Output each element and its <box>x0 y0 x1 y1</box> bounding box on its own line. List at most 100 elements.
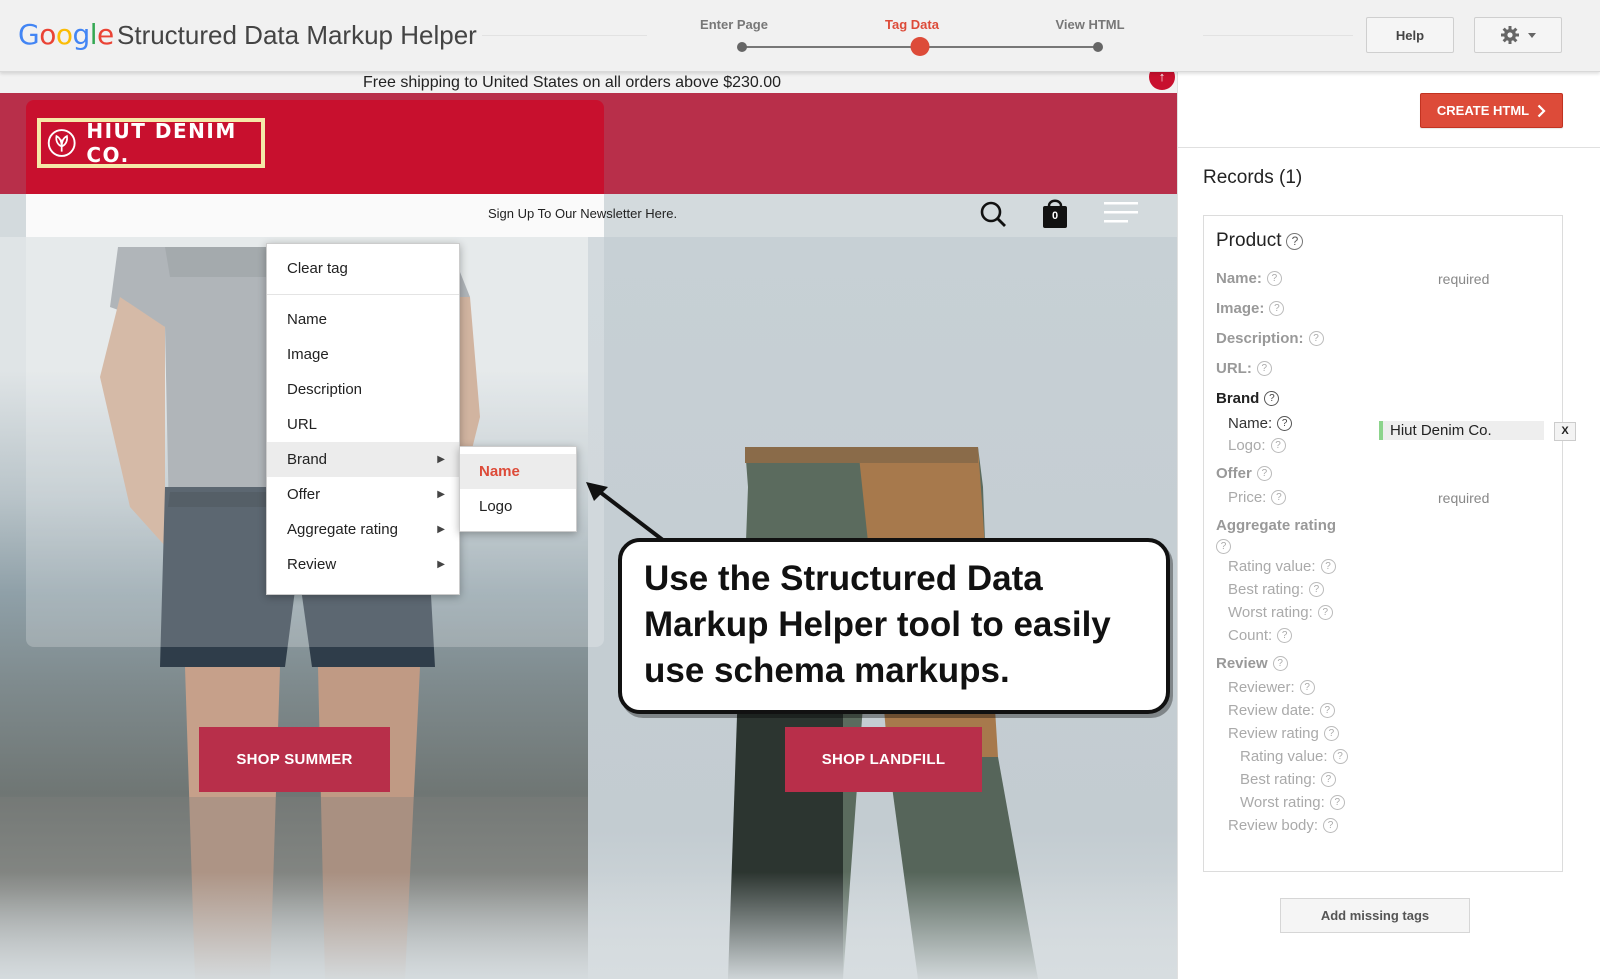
menu-item-label: URL <box>287 416 318 433</box>
help-circle-icon[interactable]: ? <box>1319 703 1335 718</box>
menu-item-label: Aggregate rating <box>287 521 398 538</box>
record-field-label: Worst rating: <box>1240 794 1325 811</box>
record-field-label: Review rating <box>1228 725 1319 742</box>
menu-item[interactable]: Name <box>267 302 459 337</box>
add-missing-tags-button[interactable]: Add missing tags <box>1280 898 1470 933</box>
record-field-label: Offer <box>1216 465 1252 482</box>
callout-text: Use the Structured Data Markup Helper to… <box>644 559 1111 690</box>
shop-summer-button[interactable]: SHOP SUMMER <box>199 727 390 792</box>
menu-item[interactable]: Offer ▶ <box>267 477 459 512</box>
leaf-emblem-icon <box>47 129 76 157</box>
records-title: Records (1) <box>1203 167 1303 188</box>
record-field: Review? <box>1216 655 1288 672</box>
help-circle-icon[interactable]: ? <box>1317 605 1333 620</box>
shipping-text: Free shipping to United States on all or… <box>363 74 782 91</box>
create-html-button[interactable]: CREATE HTML <box>1420 93 1563 128</box>
menu-item-label: Description <box>287 381 363 398</box>
menu-item-label: Clear tag <box>287 260 348 277</box>
record-field: Worst rating:? <box>1240 794 1345 811</box>
record-field-label: Rating value: <box>1240 748 1328 765</box>
menu-item-clear-tag[interactable]: Clear tag <box>267 251 459 286</box>
record-field: Price:? <box>1228 489 1287 506</box>
record-field: Name:? <box>1228 415 1293 432</box>
submenu-arrow-icon: ▶ <box>437 559 445 570</box>
remove-tag-button[interactable]: X <box>1554 422 1576 441</box>
help-circle-icon[interactable]: ? <box>1323 818 1339 833</box>
record-field-label: Brand <box>1216 390 1260 407</box>
logo-letter: o <box>55 18 73 51</box>
hamburger-menu-icon[interactable] <box>1104 202 1140 224</box>
header-rule <box>482 35 647 36</box>
step-dot[interactable] <box>737 42 747 52</box>
record-field-label: Rating value: <box>1228 558 1316 575</box>
help-circle-icon[interactable]: ? <box>1271 490 1287 505</box>
brand-name: HIUT DENIM CO. <box>86 119 237 167</box>
help-circle-icon[interactable]: ? <box>1277 416 1293 431</box>
record-field: Aggregate rating? <box>1216 517 1336 554</box>
menu-item[interactable]: Brand ▶ <box>267 442 459 477</box>
settings-button[interactable] <box>1474 17 1562 53</box>
step-label: Enter Page <box>700 17 768 32</box>
help-circle-icon[interactable]: ? <box>1272 656 1288 671</box>
brand-logo[interactable]: HIUT DENIM CO. <box>37 118 265 168</box>
shop-landfill-button[interactable]: SHOP LANDFILL <box>785 727 982 792</box>
record-type: Product <box>1216 230 1282 251</box>
menu-item-label: Image <box>287 346 329 363</box>
help-circle-icon[interactable]: ? <box>1308 331 1324 346</box>
search-icon[interactable] <box>979 200 1007 228</box>
help-circle-icon[interactable]: ? <box>1256 361 1272 376</box>
menu-item[interactable]: URL <box>267 407 459 442</box>
step-label: Tag Data <box>885 17 939 32</box>
menu-item[interactable]: Image <box>267 337 459 372</box>
submenu-arrow-icon: ▶ <box>437 489 445 500</box>
brand-name-value[interactable]: Hiut Denim Co. <box>1379 421 1544 440</box>
menu-item[interactable]: Aggregate rating ▶ <box>267 512 459 547</box>
record-field: Brand? <box>1216 390 1280 407</box>
help-circle-icon[interactable]: ? <box>1264 391 1280 406</box>
help-circle-icon[interactable]: ? <box>1323 726 1339 741</box>
record-type-heading: Product ? <box>1216 230 1304 252</box>
newsletter-link[interactable]: Sign Up To Our Newsletter Here. <box>488 206 677 221</box>
help-circle-icon[interactable]: ? <box>1286 232 1304 250</box>
step-dot[interactable] <box>1093 42 1103 52</box>
submenu-item[interactable]: Logo <box>460 489 576 524</box>
help-circle-icon[interactable]: ? <box>1216 539 1231 554</box>
help-circle-icon[interactable]: ? <box>1320 772 1336 787</box>
record-field-label: Description: <box>1216 330 1304 347</box>
submenu-arrow-icon: ▶ <box>437 524 445 535</box>
help-circle-icon[interactable]: ? <box>1256 466 1272 481</box>
record-field: Rating value:? <box>1240 748 1348 765</box>
help-circle-icon[interactable]: ? <box>1270 438 1286 453</box>
logo-letter: e <box>97 18 114 51</box>
chevron-right-icon <box>1537 104 1546 117</box>
step-dot[interactable] <box>910 37 930 56</box>
logo-letter: o <box>39 18 56 51</box>
help-circle-icon[interactable]: ? <box>1320 559 1336 574</box>
help-button[interactable]: Help <box>1366 17 1454 53</box>
record-field: Review rating? <box>1228 725 1339 742</box>
record-field: Description:? <box>1216 330 1324 347</box>
cart-icon[interactable]: 0 <box>1041 196 1069 230</box>
webpage-preview[interactable]: Free shipping to United States on all or… <box>0 72 1177 979</box>
records-divider <box>1178 147 1600 148</box>
help-circle-icon[interactable]: ? <box>1332 749 1348 764</box>
submenu-item[interactable]: Name <box>460 454 576 489</box>
help-circle-icon[interactable]: ? <box>1269 301 1285 316</box>
record-field: Logo:? <box>1228 437 1286 454</box>
gear-icon <box>1501 26 1519 44</box>
help-circle-icon[interactable]: ? <box>1299 680 1315 695</box>
menu-item-label: Name <box>287 311 328 328</box>
brand-submenu: Name Logo <box>459 446 577 532</box>
app-header: Google Structured Data Markup Helper Ent… <box>0 0 1600 72</box>
add-missing-tags-label: Add missing tags <box>1320 908 1430 923</box>
help-circle-icon[interactable]: ? <box>1329 795 1345 810</box>
help-circle-icon[interactable]: ? <box>1308 582 1324 597</box>
required-tag: required <box>1438 271 1490 287</box>
menu-item[interactable]: Review ▶ <box>267 547 459 582</box>
help-circle-icon[interactable]: ? <box>1266 271 1282 286</box>
record-field-label: Price: <box>1228 489 1267 506</box>
step-label: View HTML <box>1055 17 1125 32</box>
help-circle-icon[interactable]: ? <box>1277 628 1293 643</box>
app-title: Structured Data Markup Helper <box>117 20 477 50</box>
menu-item[interactable]: Description <box>267 372 459 407</box>
